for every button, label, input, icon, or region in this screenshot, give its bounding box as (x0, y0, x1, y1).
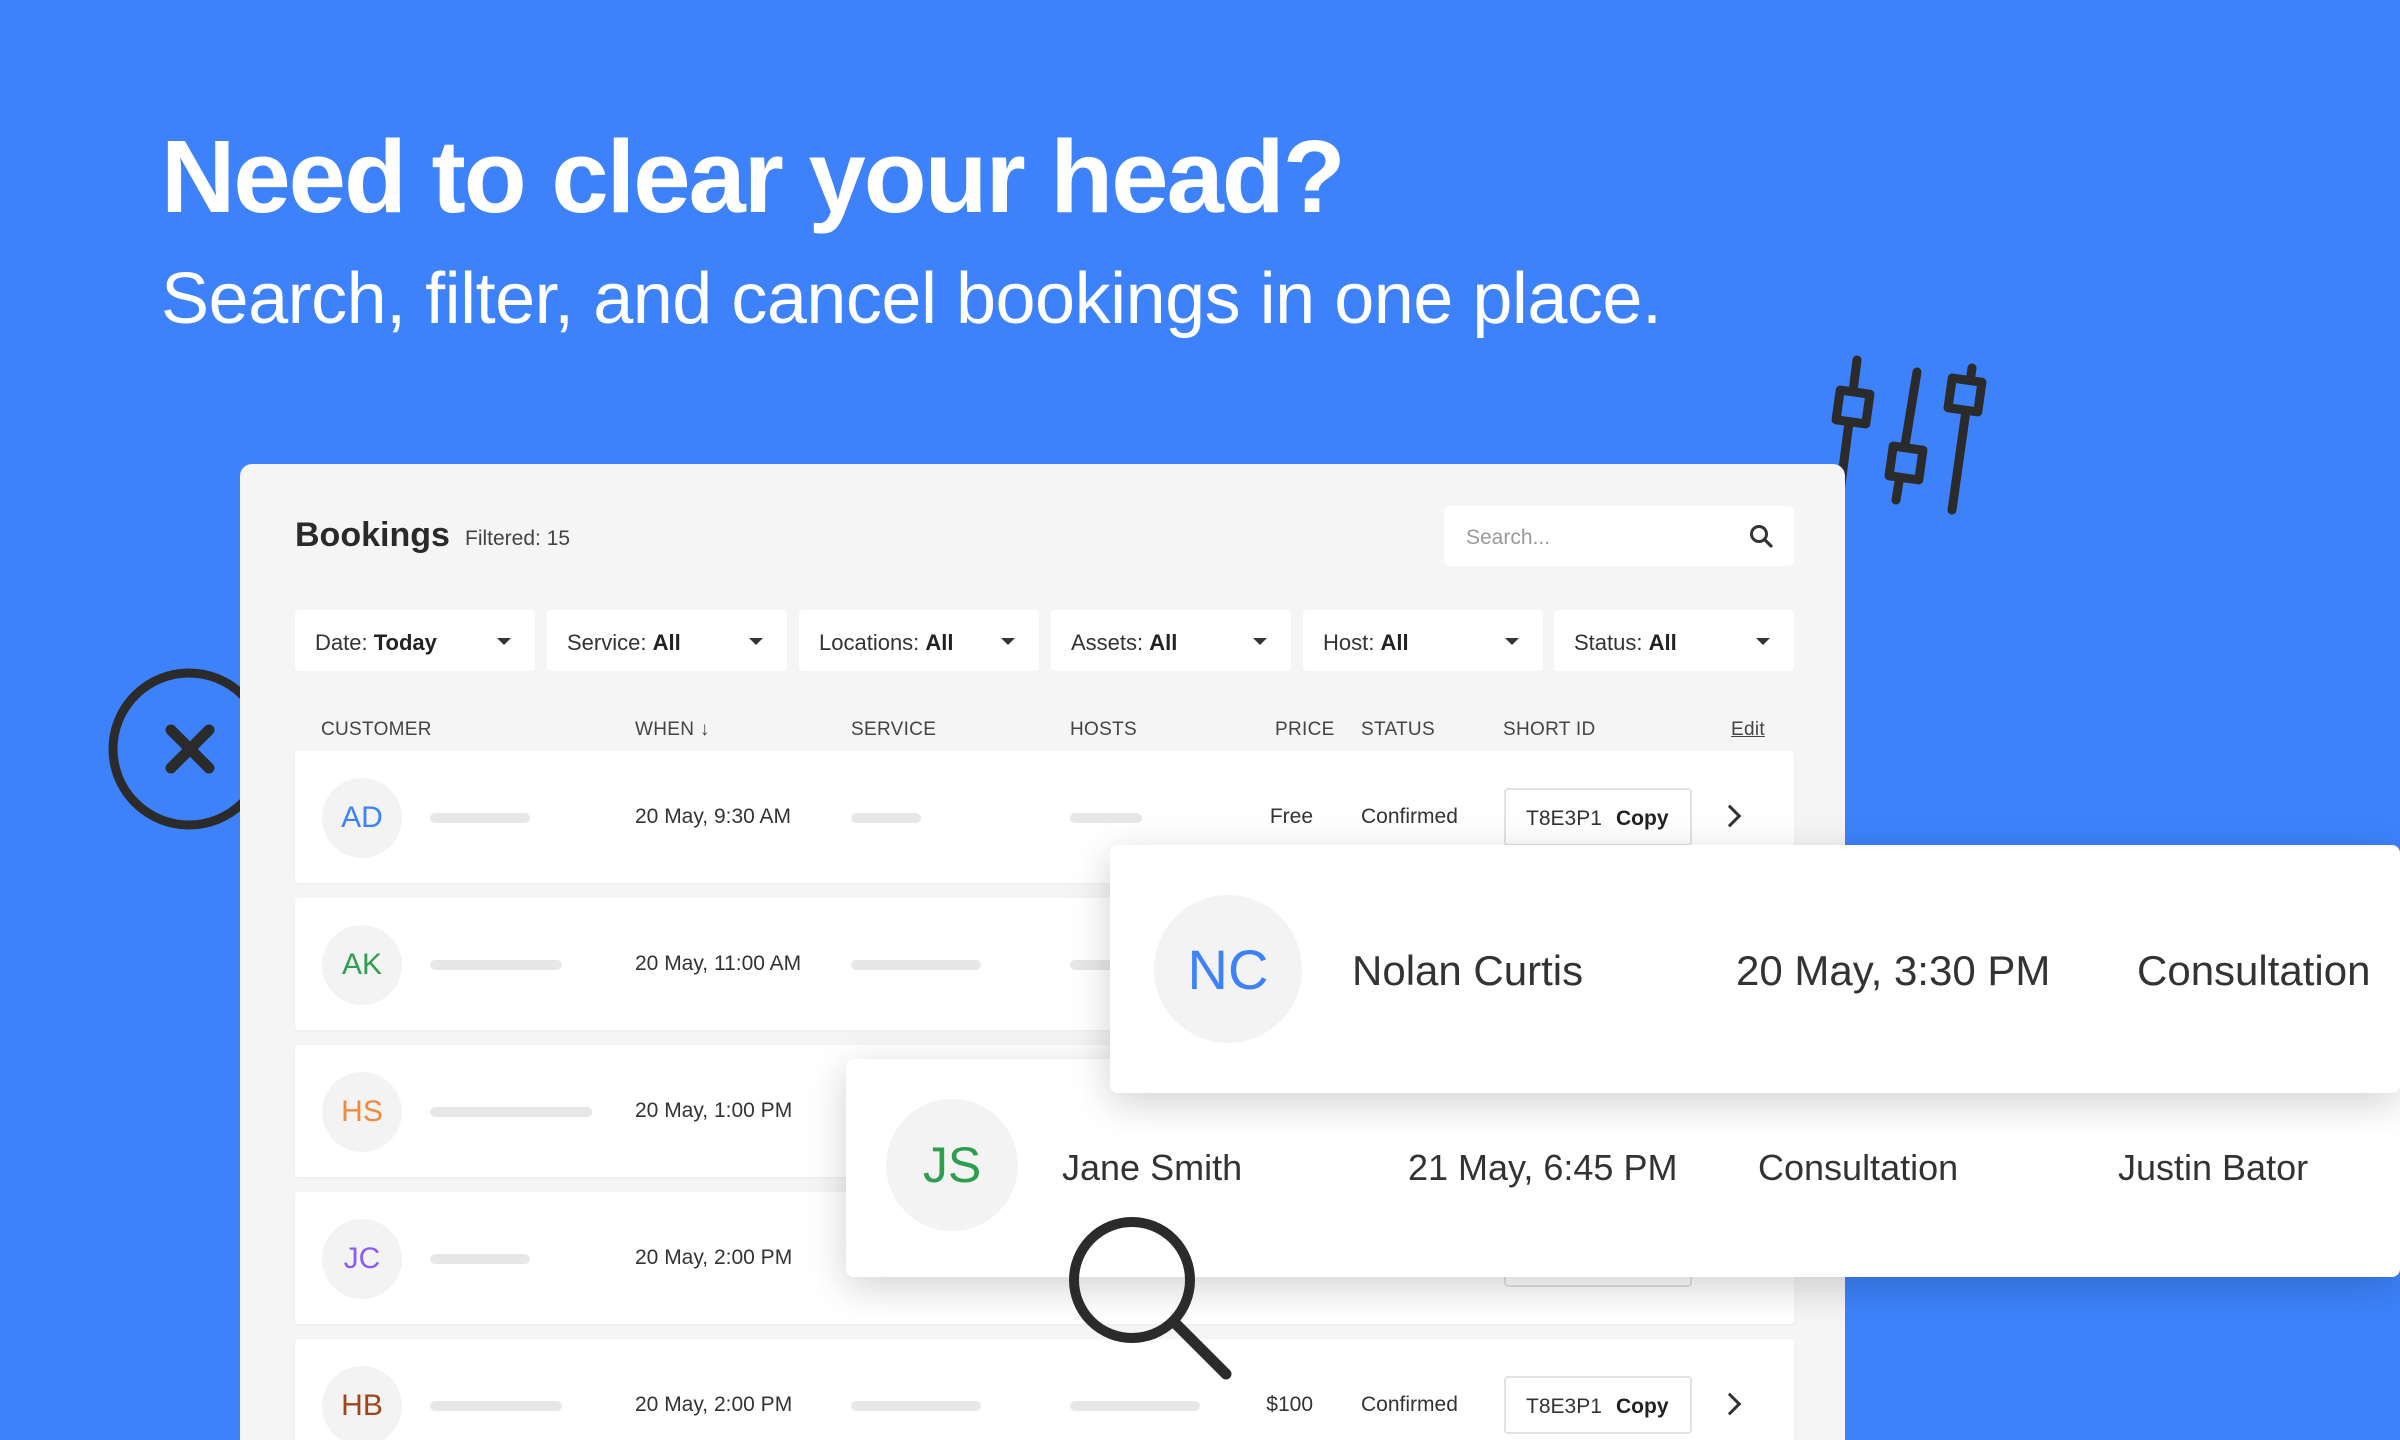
short-id-code: T8E3P1 (1526, 807, 1602, 830)
short-id-box: T8E3P1 Copy (1504, 788, 1692, 846)
booking-card-nolan-curtis[interactable]: NC Nolan Curtis 20 May, 3:30 PM Consulta… (1110, 845, 2400, 1093)
avatar: HS (322, 1072, 402, 1152)
search-placeholder: Search... (1466, 526, 1551, 549)
filter-label: Locations: (819, 630, 926, 655)
booking-when: 20 May, 2:00 PM (635, 1246, 793, 1269)
booking-status: Confirmed (1361, 805, 1458, 828)
avatar-initials: AK (341, 948, 383, 981)
booking-service: Consultation (2137, 947, 2371, 994)
avatar: NC (1154, 895, 1302, 1043)
booking-when: 20 May, 1:00 PM (635, 1099, 793, 1122)
filter-value: All (1149, 630, 1178, 655)
caret-down-icon (1505, 638, 1519, 645)
column-service[interactable]: SERVICE (851, 719, 936, 741)
customer-name: Nolan Curtis (1352, 947, 1584, 994)
avatar: JC (322, 1219, 402, 1299)
avatar-initials: JC (343, 1242, 381, 1275)
hero-subtitle: Search, filter, and cancel bookings in o… (161, 259, 1662, 339)
service-placeholder (851, 1401, 981, 1411)
filter-assets[interactable]: Assets: All (1051, 610, 1291, 671)
service-placeholder (851, 960, 981, 970)
avatar-initials: HS (341, 1095, 383, 1128)
chevron-right-icon[interactable] (1718, 804, 1742, 828)
hosts-placeholder (1070, 1401, 1200, 1411)
copy-button[interactable]: Copy (1616, 807, 1669, 831)
customer-placeholder (430, 813, 530, 823)
search-icon[interactable] (1748, 523, 1774, 549)
short-id-box: T8E3P1 Copy (1504, 1376, 1692, 1434)
filter-value: All (1648, 630, 1677, 655)
caret-down-icon (497, 638, 511, 645)
booking-when: 20 May, 2:00 PM (635, 1393, 793, 1416)
column-hosts[interactable]: HOSTS (1070, 719, 1137, 741)
column-short-id[interactable]: SHORT ID (1503, 719, 1596, 741)
booking-host: Justin Bator (2118, 1147, 2309, 1188)
chevron-right-icon[interactable] (1718, 1392, 1742, 1416)
table-row[interactable]: HB 20 May, 2:00 PM $100 Confirmed T8E3P1… (295, 1339, 1794, 1440)
booking-status: Confirmed (1361, 1393, 1458, 1416)
copy-button[interactable]: Copy (1616, 1395, 1669, 1419)
service-placeholder (851, 813, 921, 823)
filter-value: Today (373, 630, 437, 655)
avatar: JS (886, 1099, 1018, 1231)
filter-service[interactable]: Service: All (547, 610, 787, 671)
customer-placeholder (430, 960, 562, 970)
avatar-initials: HB (341, 1389, 383, 1422)
filter-label: Host: (1323, 630, 1381, 655)
page-title: Bookings (295, 516, 450, 554)
hosts-placeholder (1070, 813, 1142, 823)
filter-date[interactable]: Date: Today (295, 610, 535, 671)
filter-label: Service: (567, 630, 653, 655)
filtered-count: Filtered: 15 (465, 527, 571, 550)
customer-placeholder (430, 1107, 592, 1117)
customer-name: Jane Smith (1062, 1147, 1243, 1188)
booking-price: Free (1269, 805, 1313, 828)
caret-down-icon (1253, 638, 1267, 645)
booking-when: 20 May, 11:00 AM (635, 952, 802, 975)
hero-title: Need to clear your head? (161, 119, 1346, 234)
search-input[interactable]: Search... (1444, 506, 1794, 566)
caret-down-icon (1001, 638, 1015, 645)
customer-placeholder (430, 1254, 530, 1264)
avatar-initials: JS (922, 1137, 982, 1193)
short-id-code: T8E3P1 (1526, 1395, 1602, 1418)
filter-label: Date: (315, 630, 374, 655)
booking-when: 20 May, 9:30 AM (635, 805, 792, 828)
sliders-icon (1831, 355, 1987, 515)
edit-columns-link[interactable]: Edit (1731, 719, 1765, 741)
filter-host[interactable]: Host: All (1303, 610, 1543, 671)
avatar: AK (322, 925, 402, 1005)
customer-placeholder (430, 1401, 562, 1411)
booking-when: 20 May, 3:30 PM (1736, 947, 2051, 994)
filter-value: All (1380, 630, 1409, 655)
booking-price: $100 (1266, 1393, 1313, 1416)
caret-down-icon (1756, 638, 1770, 645)
avatar-initials: AD (341, 801, 383, 834)
column-when[interactable]: WHEN ↓ (635, 719, 710, 741)
column-status[interactable]: STATUS (1361, 719, 1435, 741)
column-price[interactable]: PRICE (1275, 719, 1335, 741)
filter-status[interactable]: Status: All (1554, 610, 1794, 671)
magnifier-icon (1069, 1217, 1232, 1380)
booking-when: 21 May, 6:45 PM (1408, 1147, 1678, 1188)
caret-down-icon (749, 638, 763, 645)
avatar: AD (322, 778, 402, 858)
filter-label: Status: (1574, 630, 1649, 655)
avatar: HB (322, 1366, 402, 1440)
filter-value: All (652, 630, 681, 655)
column-customer[interactable]: CUSTOMER (321, 719, 432, 741)
avatar-initials: NC (1187, 937, 1269, 1001)
filter-locations[interactable]: Locations: All (799, 610, 1039, 671)
booking-service: Consultation (1758, 1147, 1959, 1188)
filter-label: Assets: (1071, 630, 1150, 655)
filter-value: All (925, 630, 954, 655)
